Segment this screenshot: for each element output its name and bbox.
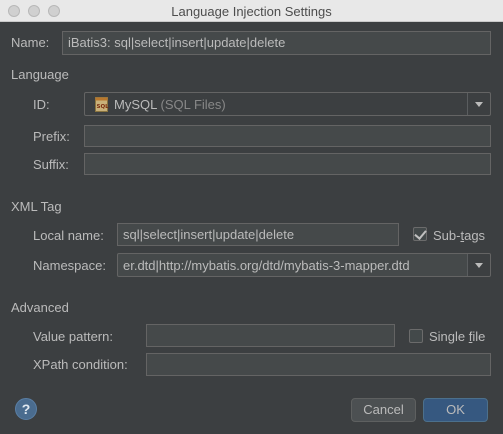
suffix-field[interactable] [84, 153, 491, 175]
advanced-section-title: Advanced [11, 300, 69, 315]
window-title: Language Injection Settings [171, 4, 332, 19]
cancel-button[interactable]: Cancel [351, 398, 416, 422]
xpath-condition-label: XPath condition: [33, 357, 128, 372]
sql-file-icon: SQL [95, 97, 109, 112]
value-pattern-label: Value pattern: [33, 329, 113, 344]
chevron-down-icon[interactable] [467, 254, 490, 276]
window-titlebar: Language Injection Settings [0, 0, 503, 22]
ok-button[interactable]: OK [423, 398, 488, 422]
prefix-field[interactable] [84, 125, 491, 147]
xml-tag-section-title: XML Tag [11, 199, 62, 214]
name-field[interactable]: iBatis3: sql|select|insert|update|delete [62, 31, 491, 55]
suffix-label: Suffix: [33, 157, 69, 172]
local-name-value: sql|select|insert|update|delete [123, 227, 295, 242]
help-icon[interactable]: ? [15, 398, 37, 420]
id-label: ID: [33, 97, 50, 112]
namespace-combo[interactable]: er.dtd|http://mybatis.org/dtd/mybatis-3-… [117, 253, 491, 277]
value-pattern-field[interactable] [146, 324, 395, 347]
checkmark-icon [414, 227, 427, 240]
name-label: Name: [11, 35, 50, 50]
namespace-value: er.dtd|http://mybatis.org/dtd/mybatis-3-… [123, 258, 410, 273]
prefix-label: Prefix: [33, 129, 70, 144]
chevron-down-icon[interactable] [467, 93, 490, 115]
single-file-label[interactable]: Single file [429, 329, 485, 344]
subtags-checkbox[interactable] [413, 227, 427, 241]
single-file-checkbox[interactable] [409, 329, 423, 343]
xpath-condition-field[interactable] [146, 353, 491, 376]
language-id-suffix: (SQL Files) [160, 97, 226, 112]
name-value: iBatis3: sql|select|insert|update|delete [68, 35, 286, 50]
namespace-label: Namespace: [33, 258, 106, 273]
language-id-value: MySQL [114, 97, 157, 112]
subtags-label[interactable]: Sub-tags [433, 228, 485, 243]
local-name-label: Local name: [33, 228, 104, 243]
language-section-title: Language [11, 67, 69, 82]
svg-text:SQL: SQL [97, 104, 110, 110]
local-name-field[interactable]: sql|select|insert|update|delete [117, 223, 399, 246]
language-id-dropdown[interactable]: SQL MySQL (SQL Files) [84, 92, 491, 116]
